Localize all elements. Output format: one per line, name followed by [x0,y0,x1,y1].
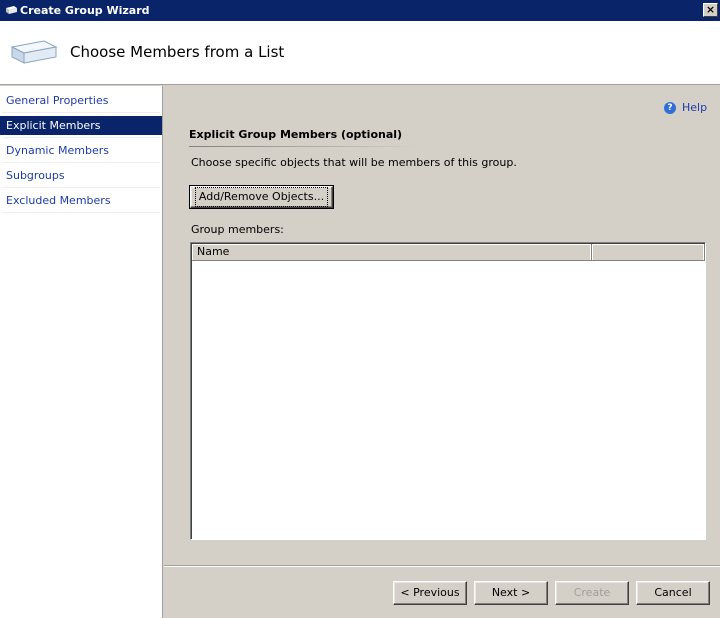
sidebar-divider [2,112,160,113]
add-remove-objects-label: Add/Remove Objects... [194,187,329,207]
section-divider [189,146,419,147]
add-remove-objects-button[interactable]: Add/Remove Objects... [189,185,334,209]
wizard-sidebar: General Properties Explicit Members Dyna… [0,86,163,618]
help-label: Help [682,101,708,114]
section-description: Choose specific objects that will be mem… [191,156,517,169]
close-icon: × [705,3,716,16]
wizard-app-icon [6,6,17,14]
section-title: Explicit Group Members (optional) [189,128,403,141]
create-button[interactable]: Create [555,581,629,605]
sidebar-divider [2,187,160,188]
next-button[interactable]: Next > [474,581,548,605]
sidebar-item-subgroups[interactable]: Subgroups [0,166,162,185]
group-box-icon [10,40,58,64]
sidebar-item-excluded-members[interactable]: Excluded Members [0,191,162,210]
sidebar-item-dynamic-members[interactable]: Dynamic Members [0,141,162,160]
sidebar-item-general-properties[interactable]: General Properties [0,91,162,110]
group-members-list[interactable]: Name [190,242,706,540]
window-title: Create Group Wizard [20,4,150,17]
close-button[interactable]: × [703,3,718,17]
previous-button[interactable]: < Previous [393,581,467,605]
page-title: Choose Members from a List [70,43,285,61]
sidebar-divider [2,162,160,163]
wizard-header: Choose Members from a List [0,21,720,85]
window-titlebar: Create Group Wizard × [0,0,720,21]
sidebar-divider [2,137,160,138]
column-header-extra[interactable] [592,244,705,260]
footer-divider [164,565,720,567]
help-link[interactable]: ? Help [664,101,707,114]
sidebar-divider [2,212,160,213]
list-header: Name [192,244,705,261]
column-header-name[interactable]: Name [192,244,592,260]
question-circle-icon: ? [664,102,676,114]
sidebar-item-explicit-members[interactable]: Explicit Members [0,116,162,135]
cancel-button[interactable]: Cancel [636,581,710,605]
group-members-label: Group members: [191,223,284,236]
